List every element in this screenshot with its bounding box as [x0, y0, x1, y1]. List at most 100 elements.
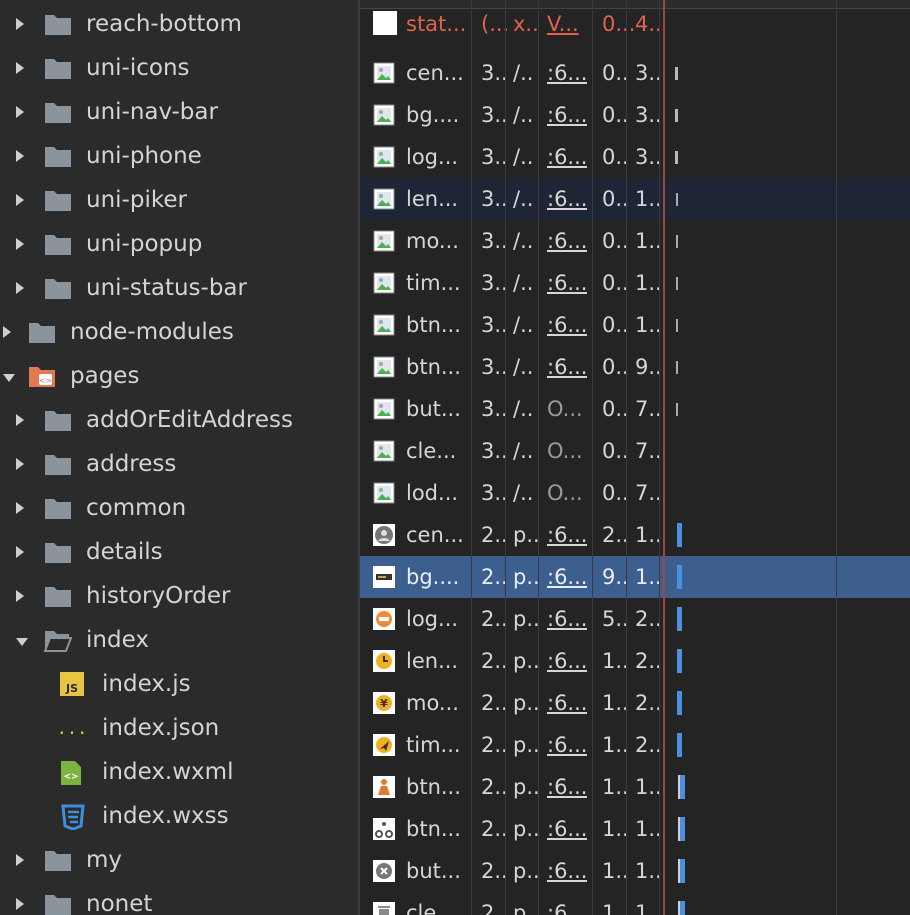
request-initiator[interactable]: :6...	[547, 355, 587, 379]
chevron-right-icon[interactable]	[16, 898, 24, 910]
request-initiator[interactable]: O...	[547, 397, 583, 421]
network-request-row[interactable]: lod... 3../.. O... 0.. 7..	[360, 472, 910, 514]
column-separator[interactable]	[592, 0, 593, 915]
waterfall-bar	[676, 235, 678, 248]
request-initiator[interactable]: :6...	[547, 733, 587, 757]
chevron-down-icon[interactable]	[16, 638, 28, 646]
chevron-right-icon[interactable]	[16, 282, 24, 294]
network-request-row[interactable]: log... 2.. p..:6... 5.. 2..	[360, 598, 910, 640]
tree-item-uni-phone[interactable]: uni-phone	[0, 136, 358, 180]
tree-item-index-json[interactable]: {...} index.json	[0, 708, 358, 752]
tree-item-my[interactable]: my	[0, 840, 358, 884]
tree-item-nonet[interactable]: nonet	[0, 884, 358, 915]
chevron-right-icon[interactable]	[16, 458, 24, 470]
tree-item-addoreditaddress[interactable]: addOrEditAddress	[0, 400, 358, 444]
request-initiator[interactable]: :6...	[547, 775, 587, 799]
request-initiator[interactable]: :6...	[547, 187, 587, 211]
request-initiator[interactable]: :6...	[547, 607, 587, 631]
chevron-right-icon[interactable]	[16, 150, 24, 162]
network-request-row[interactable]: btn... 3../..:6... 0.. 1..	[360, 304, 910, 346]
tree-item-historyorder[interactable]: historyOrder	[0, 576, 358, 620]
col-time-header[interactable]: 4..	[635, 12, 662, 36]
chevron-right-icon[interactable]	[16, 194, 24, 206]
network-request-row[interactable]: btn... 2.. p..:6... 1.. 1..	[360, 766, 910, 808]
tree-item-label: details	[86, 539, 163, 565]
network-request-row[interactable]: tim... 3../..:6... 0.. 1..	[360, 262, 910, 304]
network-request-row[interactable]: log... 3../..:6... 0.. 3..	[360, 136, 910, 178]
tree-item-uni-popup[interactable]: uni-popup	[0, 224, 358, 268]
network-request-row[interactable]: but... 2.. p..:6... 1.. 1..	[360, 850, 910, 892]
request-initiator[interactable]: :6...	[547, 271, 587, 295]
chevron-right-icon[interactable]	[16, 238, 24, 250]
col-size-header[interactable]: 0...	[602, 12, 635, 36]
network-request-row[interactable]: ¥ mo... 2.. p..:6... 1.. 2..	[360, 682, 910, 724]
tree-item-reach-bottom[interactable]: reach-bottom	[0, 4, 358, 48]
chevron-right-icon[interactable]	[16, 546, 24, 558]
request-initiator[interactable]: :6...	[547, 691, 587, 715]
request-time: 1..	[635, 775, 662, 799]
request-initiator[interactable]: :6...	[547, 61, 587, 85]
request-name: btn...	[406, 817, 461, 841]
request-initiator[interactable]: :6...	[547, 523, 587, 547]
network-request-row[interactable]: tim... 2.. p..:6... 1.. 2..	[360, 724, 910, 766]
request-status: 3..	[481, 229, 508, 253]
request-initiator[interactable]: O...	[547, 481, 583, 505]
column-separator[interactable]	[659, 0, 660, 915]
tree-item-uni-icons[interactable]: uni-icons	[0, 48, 358, 92]
chevron-right-icon[interactable]	[16, 502, 24, 514]
tree-item-address[interactable]: address	[0, 444, 358, 488]
chevron-right-icon[interactable]	[16, 414, 24, 426]
chevron-right-icon[interactable]	[16, 106, 24, 118]
tree-item-pages[interactable]: <> pages	[0, 356, 358, 400]
chevron-right-icon[interactable]	[16, 590, 24, 602]
tree-item-common[interactable]: common	[0, 488, 358, 532]
chevron-down-icon[interactable]	[3, 374, 15, 382]
network-request-row[interactable]: btn... 2.. p..:6... 1.. 1..	[360, 808, 910, 850]
network-request-row[interactable]: cen... 2.. p..:6... 2.. 1..	[360, 514, 910, 556]
tree-item-uni-status-bar[interactable]: uni-status-bar	[0, 268, 358, 312]
network-request-row[interactable]: bg.... 3../..:6... 0.. 3..	[360, 94, 910, 136]
network-request-row[interactable]: cen... 3../..:6... 0.. 3..	[360, 52, 910, 94]
network-request-row[interactable]: bg.... 2.. p..:6... 9.. 1..	[360, 556, 910, 598]
request-initiator[interactable]: :6...	[547, 859, 587, 883]
tree-item-index[interactable]: index	[0, 620, 358, 664]
request-status: 3..	[481, 145, 508, 169]
waterfall-bar	[675, 151, 678, 164]
column-separator[interactable]	[505, 0, 506, 915]
chevron-right-icon[interactable]	[16, 18, 24, 30]
network-request-row[interactable]: len... 2.. p..:6... 1.. 2..	[360, 640, 910, 682]
chevron-right-icon[interactable]	[3, 326, 11, 338]
network-request-row[interactable]: cle... 2.. p..:6... 1.. 1..	[360, 892, 910, 915]
network-request-row[interactable]: len... 3../..:6... 0.. 1..	[360, 178, 910, 220]
request-initiator[interactable]: :6...	[547, 313, 587, 337]
tree-item-index-wxss[interactable]: index.wxss	[0, 796, 358, 840]
request-initiator[interactable]: O...	[547, 439, 583, 463]
col-type-header[interactable]: x..	[513, 12, 539, 36]
column-separator[interactable]	[471, 0, 472, 915]
column-separator[interactable]	[626, 0, 627, 915]
chevron-right-icon[interactable]	[16, 62, 24, 74]
request-initiator[interactable]: :6...	[547, 229, 587, 253]
network-request-row[interactable]: but... 3../.. O... 0.. 7..	[360, 388, 910, 430]
network-request-row[interactable]: cle... 3../.. O... 0.. 7..	[360, 430, 910, 472]
request-initiator[interactable]: :6...	[547, 145, 587, 169]
col-initiator-header[interactable]: V...	[547, 12, 579, 36]
image-thumbnail-icon	[373, 188, 395, 210]
request-initiator[interactable]: :6...	[547, 649, 587, 673]
tree-item-uni-piker[interactable]: uni-piker	[0, 180, 358, 224]
network-request-row[interactable]: btn... 3../..:6... 0.. 9..	[360, 346, 910, 388]
tree-item-uni-nav-bar[interactable]: uni-nav-bar	[0, 92, 358, 136]
tree-item-index-wxml[interactable]: <> index.wxml	[0, 752, 358, 796]
tree-item-details[interactable]: details	[0, 532, 358, 576]
column-separator[interactable]	[538, 0, 539, 915]
request-initiator[interactable]: :6...	[547, 817, 587, 841]
tree-item-node-modules[interactable]: node-modules	[0, 312, 358, 356]
network-request-row[interactable]: mo... 3../..:6... 0.. 1..	[360, 220, 910, 262]
chevron-right-icon[interactable]	[16, 854, 24, 866]
request-initiator[interactable]: :6...	[547, 103, 587, 127]
col-name-header[interactable]: stat...	[406, 12, 466, 36]
request-initiator[interactable]: :6...	[547, 565, 587, 589]
request-initiator[interactable]: :6...	[547, 901, 587, 915]
request-size: 1..	[602, 901, 629, 915]
tree-item-index-js[interactable]: JS index.js	[0, 664, 358, 708]
